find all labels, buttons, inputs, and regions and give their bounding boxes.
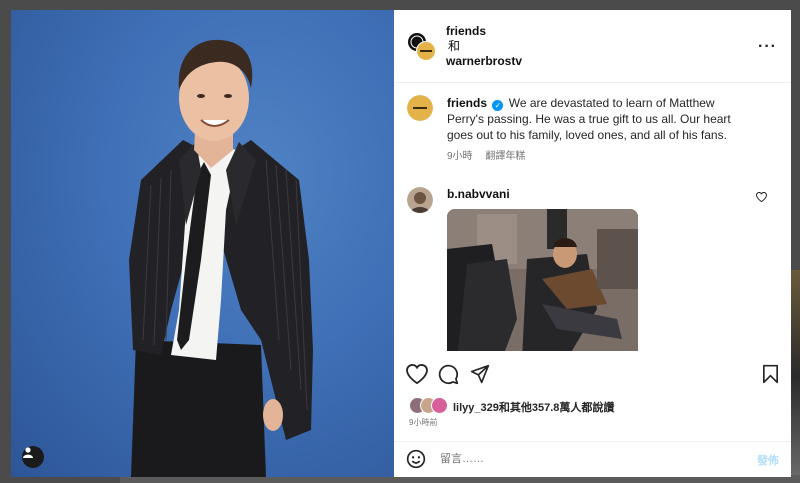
comment-icon[interactable]	[438, 364, 459, 390]
comment-gif[interactable]	[447, 209, 638, 351]
caption-username[interactable]: friends	[447, 96, 487, 110]
photo-illustration	[129, 39, 313, 477]
caption-text: friends ✓ We are devastated to learn of …	[447, 95, 747, 165]
add-comment-bar: 發佈	[394, 441, 791, 477]
share-icon[interactable]	[470, 364, 490, 389]
verified-icon: ✓	[492, 100, 504, 111]
likes-text[interactable]: lilyy_329和其他357.8萬人都說讚	[453, 399, 614, 415]
comments-section[interactable]: friends ✓ We are devastated to learn of …	[394, 83, 791, 351]
comment-username[interactable]: b.nabvvani	[447, 187, 510, 201]
commenter-avatar[interactable]	[407, 187, 433, 213]
author-friends[interactable]: friends	[446, 24, 522, 39]
background-strip	[790, 270, 800, 483]
author-warnerbrostv[interactable]: warnerbrostv	[446, 54, 522, 69]
caption-meta: 9小時 翻譯年糕	[447, 149, 747, 165]
post-header: friends 和 warnerbrostv ···	[394, 10, 791, 83]
post-comment-button[interactable]: 發佈	[757, 452, 779, 468]
translate-link[interactable]: 翻譯年糕	[485, 151, 525, 162]
user-tag-icon[interactable]	[22, 446, 44, 468]
friends-avatar[interactable]	[407, 95, 433, 121]
more-icon[interactable]: ···	[758, 38, 777, 56]
comment-like-icon[interactable]	[755, 189, 768, 207]
caption-time[interactable]: 9小時	[447, 151, 473, 162]
liker-avatars	[409, 396, 451, 414]
post-photo[interactable]	[11, 10, 394, 477]
caption-body: We are devastated to learn of Matthew Pe…	[447, 96, 731, 142]
action-bar	[394, 360, 791, 390]
emoji-icon[interactable]	[406, 449, 426, 474]
post-modal: friends 和 warnerbrostv ··· friends ✓ We …	[11, 10, 791, 477]
collab-avatars[interactable]	[407, 32, 436, 61]
bookmark-icon[interactable]	[762, 364, 779, 389]
post-side-panel: friends 和 warnerbrostv ··· friends ✓ We …	[394, 10, 791, 477]
comment-input[interactable]	[438, 452, 722, 466]
liker-avatar	[431, 397, 448, 414]
heart-icon[interactable]	[406, 363, 428, 389]
and-label: 和	[448, 39, 461, 53]
post-timestamp[interactable]: 9小時前	[409, 417, 437, 428]
post-authors: friends 和 warnerbrostv	[446, 24, 522, 69]
